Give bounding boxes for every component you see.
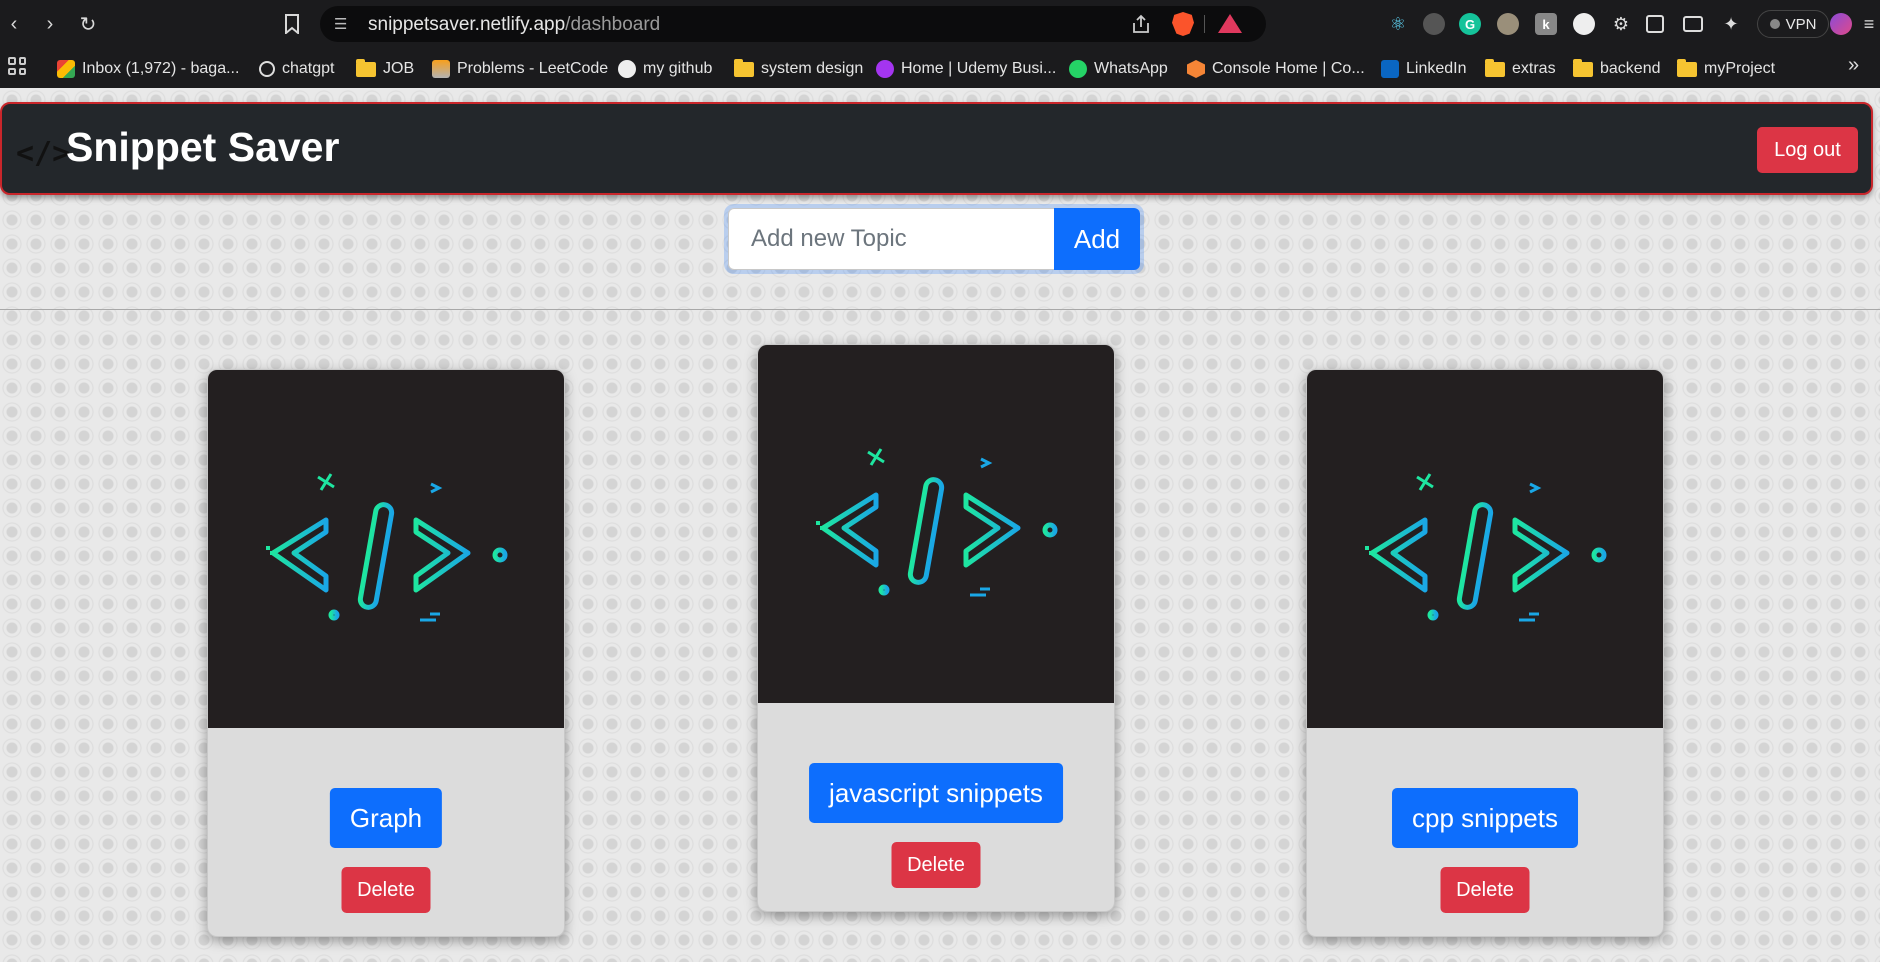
extensions-puzzle-icon[interactable]: ⚙ — [1610, 13, 1632, 35]
site-settings-icon[interactable]: ☰ — [334, 15, 352, 33]
bookmark-item[interactable]: WhatsApp — [1069, 58, 1168, 80]
bookmark-label: my github — [643, 60, 713, 77]
bookmark-label: WhatsApp — [1094, 60, 1168, 77]
bookmark-label: backend — [1600, 60, 1661, 77]
bookmarks-bar: Inbox (1,972) - baga... chatgpt JOB Prob… — [0, 48, 1880, 88]
share-icon[interactable] — [1130, 13, 1152, 35]
topic-open-button[interactable]: cpp snippets — [1392, 788, 1578, 848]
page-content: </> Snippet Saver Log out Add new Topic … — [0, 88, 1880, 962]
bookmark-icon[interactable] — [278, 10, 306, 38]
bookmark-label: system design — [761, 60, 864, 77]
leo-ai-icon[interactable]: ✦ — [1720, 13, 1742, 35]
folder-icon — [1677, 58, 1697, 77]
brave-rewards-icon[interactable] — [1218, 14, 1242, 33]
add-topic-button[interactable]: Add — [1054, 208, 1140, 270]
code-illustration — [1307, 370, 1663, 728]
topic-open-button[interactable]: javascript snippets — [809, 763, 1063, 823]
delete-topic-button[interactable]: Delete — [341, 867, 431, 913]
delete-topic-button[interactable]: Delete — [891, 842, 981, 888]
whatsapp-icon — [1069, 60, 1087, 78]
address-bar[interactable]: ☰ snippetsaver.netlify.app/dashboard — [320, 6, 1266, 42]
gmail-icon — [57, 60, 75, 78]
code-symbol-icon — [266, 473, 508, 622]
bookmark-label: Console Home | Co... — [1212, 60, 1365, 77]
code-brand-icon: </> — [16, 136, 71, 171]
back-icon[interactable]: ‹ — [0, 10, 28, 38]
bookmark-item[interactable]: chatgpt — [259, 58, 334, 80]
url-path: /dashboard — [565, 14, 661, 35]
url-host: snippetsaver.netlify.app — [368, 14, 566, 35]
add-topic-form: Add new Topic Add — [728, 208, 1140, 270]
extension-circle-icon[interactable] — [1573, 13, 1595, 35]
bookmark-label: LinkedIn — [1406, 60, 1467, 77]
bookmark-label: chatgpt — [282, 60, 335, 77]
reload-icon[interactable]: ↻ — [74, 10, 102, 38]
aws-icon — [1187, 60, 1205, 78]
delete-topic-button[interactable]: Delete — [1440, 867, 1530, 913]
code-illustration — [758, 345, 1114, 703]
more-bookmarks-icon[interactable]: » — [1848, 54, 1859, 77]
app-title[interactable]: Snippet Saver — [66, 124, 339, 171]
wallet-icon[interactable] — [1683, 16, 1703, 32]
react-devtools-icon[interactable]: ⚛ — [1387, 13, 1409, 35]
extension-k-icon[interactable]: k — [1535, 13, 1557, 35]
code-illustration — [208, 370, 564, 728]
bookmark-item[interactable]: Console Home | Co... — [1187, 58, 1365, 80]
bookmark-item[interactable]: LinkedIn — [1381, 58, 1467, 80]
bookmark-label: Problems - LeetCode — [457, 60, 609, 77]
folder-icon — [1485, 58, 1505, 77]
grammarly-icon[interactable]: G — [1459, 13, 1481, 35]
bookmark-label: Home | Udemy Busi... — [901, 60, 1057, 77]
bookmark-label: extras — [1512, 60, 1556, 77]
code-symbol-icon — [816, 448, 1058, 597]
bookmark-item[interactable]: backend — [1573, 58, 1661, 80]
logout-button[interactable]: Log out — [1757, 127, 1858, 173]
bookmark-label: JOB — [383, 60, 415, 77]
add-topic-input[interactable]: Add new Topic — [728, 208, 1054, 270]
extension-icon[interactable] — [1423, 13, 1445, 35]
topic-card: cpp snippets Delete — [1306, 369, 1664, 937]
bookmark-item[interactable]: myProject — [1677, 58, 1775, 80]
vpn-button[interactable]: VPN — [1757, 10, 1829, 38]
bookmark-item[interactable]: Home | Udemy Busi... — [876, 58, 1056, 80]
leetcode-icon — [432, 60, 450, 78]
linkedin-icon — [1381, 60, 1399, 78]
brave-shields-icon[interactable] — [1172, 12, 1194, 36]
url-text[interactable]: snippetsaver.netlify.app/dashboard — [368, 14, 660, 36]
app-navbar: </> Snippet Saver Log out — [0, 102, 1873, 195]
github-icon — [618, 60, 636, 78]
bookmark-label: Inbox (1,972) - baga... — [82, 60, 240, 77]
folder-icon — [734, 58, 754, 77]
extension-glasses-icon[interactable] — [1497, 13, 1519, 35]
apps-grid-icon[interactable] — [8, 57, 26, 75]
code-symbol-icon — [1365, 473, 1607, 622]
forward-icon[interactable]: › — [36, 10, 64, 38]
topic-card: Graph Delete — [207, 369, 565, 937]
bookmark-label: myProject — [1704, 60, 1776, 77]
topic-card: javascript snippets Delete — [757, 344, 1115, 912]
chatgpt-icon — [259, 61, 275, 77]
bookmark-item[interactable]: Inbox (1,972) - baga... — [57, 58, 239, 80]
url-separator — [1204, 15, 1205, 33]
bookmark-item[interactable]: system design — [734, 58, 863, 80]
udemy-icon — [876, 60, 894, 78]
folder-icon — [356, 58, 376, 77]
bookmark-item[interactable]: Problems - LeetCode — [432, 58, 608, 80]
sidebar-toggle-icon[interactable] — [1646, 15, 1664, 33]
profile-avatar[interactable] — [1830, 13, 1852, 35]
section-divider — [0, 309, 1880, 310]
bookmark-item[interactable]: my github — [618, 58, 712, 80]
bookmark-item[interactable]: JOB — [356, 58, 414, 80]
folder-icon — [1573, 58, 1593, 77]
menu-icon[interactable]: ≡ — [1858, 13, 1880, 35]
browser-toolbar: ‹ › ↻ ☰ snippetsaver.netlify.app/dashboa… — [0, 0, 1880, 48]
vpn-label: VPN — [1785, 15, 1817, 33]
bookmark-item[interactable]: extras — [1485, 58, 1556, 80]
topic-open-button[interactable]: Graph — [329, 788, 443, 848]
vpn-status-icon — [1769, 19, 1780, 29]
